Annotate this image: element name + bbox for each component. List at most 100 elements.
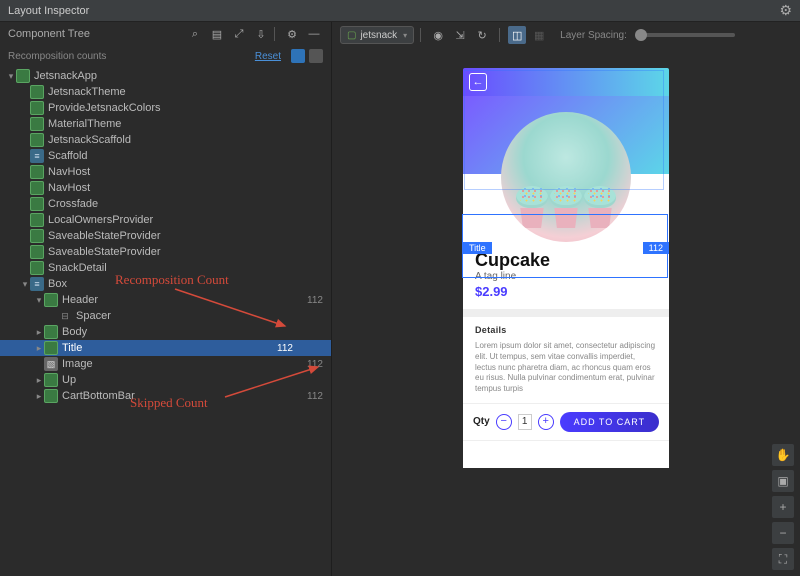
device-selector[interactable]: ▢ jetsnack ▾: [340, 26, 414, 44]
tree-expand-arrow[interactable]: ▸: [34, 375, 44, 386]
zoom-fit-icon[interactable]: ⛶: [772, 548, 794, 570]
tree-export-icon[interactable]: ⇩: [252, 25, 270, 43]
layout-preview-panel: ▢ jetsnack ▾ ◉ ⇲ ↻ ◫ ▦ Layer Spacing: ←: [332, 22, 800, 576]
hero-section: Title 112: [463, 96, 669, 242]
component-tree[interactable]: ▾JetsnackAppJetsnackThemeProvideJetsnack…: [0, 66, 331, 576]
tree-row[interactable]: ▾≡Box: [0, 276, 331, 292]
skip-count-column-icon[interactable]: [309, 49, 323, 63]
tree-row[interactable]: MaterialTheme: [0, 116, 331, 132]
skipped-count: 112: [293, 359, 323, 370]
recomposition-label: Recomposition counts: [8, 51, 106, 62]
window-title: Layout Inspector: [8, 5, 89, 17]
tree-expand-arrow[interactable]: ▾: [34, 295, 44, 306]
composable-icon: [30, 133, 44, 147]
toggle-view-icon[interactable]: ◉: [429, 26, 447, 44]
back-arrow-icon: ←: [473, 76, 484, 88]
tree-row-label: Header: [62, 294, 263, 306]
composable-icon: [44, 293, 58, 307]
composable-icon: [30, 85, 44, 99]
composable-icon: [30, 261, 44, 275]
product-info: Cupcake A tag line $2.99: [463, 242, 669, 309]
tree-row-label: SaveableStateProvider: [48, 230, 263, 242]
title-bar: Layout Inspector ⚙: [0, 0, 800, 22]
tree-row-label: Crossfade: [48, 198, 263, 210]
recomposition-count: 112: [263, 343, 293, 354]
layer-spacing-slider[interactable]: [635, 33, 735, 37]
tree-row[interactable]: SaveableStateProvider: [0, 228, 331, 244]
tree-row[interactable]: ▾JetsnackApp: [0, 68, 331, 84]
layer-spacing-label: Layer Spacing:: [560, 30, 627, 41]
tree-row-label: Image: [62, 358, 263, 370]
composable-icon: [30, 181, 44, 195]
tree-row-label: SaveableStateProvider: [48, 246, 263, 258]
tree-row[interactable]: ≡Scaffold: [0, 148, 331, 164]
recomp-count-column-icon[interactable]: [291, 49, 305, 63]
product-price: $2.99: [475, 284, 657, 299]
tree-row[interactable]: ProvideJetsnackColors: [0, 100, 331, 116]
tree-expand-icon[interactable]: ⤢: [230, 25, 248, 43]
qty-increment-button[interactable]: +: [538, 414, 554, 430]
tree-row[interactable]: JetsnackScaffold: [0, 132, 331, 148]
tree-row[interactable]: JetsnackTheme: [0, 84, 331, 100]
composable-icon: [30, 165, 44, 179]
tree-row-label: Up: [62, 374, 263, 386]
tree-row[interactable]: ▸CartBottomBar112: [0, 388, 331, 404]
selection-count-tag: 112: [643, 242, 669, 254]
tree-row[interactable]: ▾Header112: [0, 292, 331, 308]
product-details: Details Lorem ipsum dolor sit amet, cons…: [463, 317, 669, 403]
composable-icon: [44, 389, 58, 403]
snapshot-export-icon[interactable]: ⇲: [451, 26, 469, 44]
reset-link[interactable]: Reset: [255, 51, 281, 62]
phone-footer-space: [463, 440, 669, 468]
composable-icon: [30, 117, 44, 131]
component-tree-label: Component Tree: [8, 28, 90, 40]
add-to-cart-button[interactable]: ADD TO CART: [560, 412, 659, 432]
settings-gear-icon[interactable]: ⚙: [779, 2, 792, 19]
tree-row-label: Body: [62, 326, 263, 338]
tree-row-label: NavHost: [48, 166, 263, 178]
live-updates-icon[interactable]: ↻: [473, 26, 491, 44]
tree-row[interactable]: ▸ Body: [0, 324, 331, 340]
tree-row-label: Title: [62, 342, 263, 354]
rotate-3d-icon[interactable]: ▣: [772, 470, 794, 492]
tree-row[interactable]: ⊟Spacer: [0, 308, 331, 324]
tree-row[interactable]: ▧Image112: [0, 356, 331, 372]
tree-expand-arrow[interactable]: ▸: [34, 343, 44, 354]
tree-expand-arrow[interactable]: ▾: [20, 279, 30, 290]
tree-row[interactable]: SaveableStateProvider: [0, 244, 331, 260]
tree-expand-arrow[interactable]: ▸: [34, 327, 44, 338]
device-square-icon: ▢: [347, 30, 356, 41]
tree-expand-arrow[interactable]: ▸: [34, 391, 44, 402]
overlay-toggle-icon[interactable]: ▦: [530, 26, 548, 44]
back-button[interactable]: ←: [469, 73, 487, 91]
tree-options-icon[interactable]: ⚙: [283, 25, 301, 43]
qty-value: 1: [518, 414, 532, 430]
tree-row[interactable]: NavHost: [0, 164, 331, 180]
composable-icon: [30, 197, 44, 211]
spacer-icon: ⊟: [58, 309, 72, 323]
device-label: jetsnack: [360, 30, 397, 41]
preview-canvas[interactable]: ← Title 112 Cupcake: [332, 48, 800, 576]
component-tree-header: Component Tree ⌕ ▤ ⤢ ⇩ ⚙ —: [0, 22, 331, 46]
composable-icon: [30, 245, 44, 259]
layout-icon: ≡: [30, 149, 44, 163]
tree-row[interactable]: LocalOwnersProvider: [0, 212, 331, 228]
zoom-in-icon[interactable]: +: [772, 496, 794, 518]
tree-row[interactable]: NavHost: [0, 180, 331, 196]
tree-row[interactable]: ▸ Title112: [0, 340, 331, 356]
tree-filter-icon[interactable]: ▤: [208, 25, 226, 43]
zoom-tool-rail: ✋ ▣ + − ⛶: [772, 444, 794, 570]
tree-expand-arrow[interactable]: ▾: [6, 71, 16, 82]
tree-row[interactable]: Crossfade: [0, 196, 331, 212]
composable-icon: [44, 373, 58, 387]
zoom-out-icon[interactable]: −: [772, 522, 794, 544]
tree-row[interactable]: SnackDetail: [0, 260, 331, 276]
tree-search-icon[interactable]: ⌕: [186, 25, 204, 43]
pan-tool-icon[interactable]: ✋: [772, 444, 794, 466]
mode-2d-icon[interactable]: ◫: [508, 26, 526, 44]
qty-decrement-button[interactable]: −: [496, 414, 512, 430]
composable-icon: [30, 229, 44, 243]
tree-row[interactable]: ▸ Up: [0, 372, 331, 388]
composable-icon: [30, 101, 44, 115]
tree-collapse-icon[interactable]: —: [305, 25, 323, 43]
